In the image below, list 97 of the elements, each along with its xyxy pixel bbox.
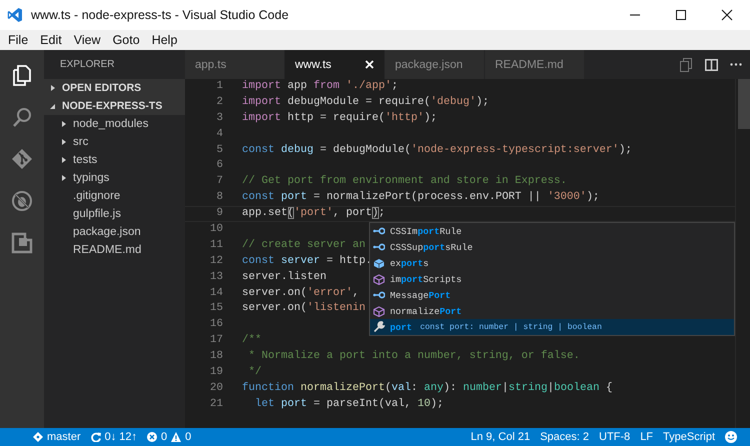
bug-icon[interactable] <box>11 190 33 212</box>
line-number: 14 <box>209 286 223 301</box>
line-number: 6 <box>216 158 223 174</box>
git-icon <box>33 432 43 442</box>
code-line: const debug = debugModule('node-express-typescript:server'); <box>242 142 632 158</box>
line-number: 7 <box>216 174 223 190</box>
line-number: 9 <box>216 206 223 222</box>
language-item[interactable]: TypeScript <box>658 428 720 446</box>
code-line: function normalizePort(val: any): number|string|boolean { <box>242 380 612 396</box>
sync-item[interactable]: 0↓ 12↑ <box>86 428 142 446</box>
extensions-icon[interactable] <box>11 232 33 254</box>
editor-tab[interactable]: www.ts <box>285 50 385 79</box>
window-title: www.ts - node-express-ts - Visual Studio Code <box>31 8 290 22</box>
suggestion-item[interactable]: exports <box>370 255 734 271</box>
code-line: let port = parseInt(val, 10); <box>254 396 444 412</box>
interface-icon <box>373 242 385 252</box>
menu-item[interactable]: Help <box>146 33 184 47</box>
split-editor-icon[interactable] <box>705 58 718 70</box>
code-line: /** <box>242 333 262 348</box>
menu-item[interactable]: File <box>2 33 34 47</box>
error-icon <box>147 432 158 442</box>
line-number: 2 <box>216 94 223 110</box>
copy-icon[interactable] <box>680 58 693 72</box>
indentation-item[interactable]: Spaces: 2 <box>535 428 594 446</box>
line-ending-item[interactable]: LF <box>635 428 658 446</box>
interface-icon <box>373 290 385 300</box>
tree-file-entry[interactable]: package.json <box>73 226 141 238</box>
folder-entry[interactable]: src <box>73 136 88 148</box>
code-line: import http = require('http'); <box>242 110 437 126</box>
folder-entry[interactable]: tests <box>73 154 98 166</box>
line-number: 19 <box>209 365 223 380</box>
maximize-icon <box>675 9 687 21</box>
code-line: // create server an <box>242 238 366 253</box>
code-line: * Normalize a port into a number, string, or false. <box>247 349 580 364</box>
line-number: 1 <box>216 79 223 94</box>
code-line: server.listen <box>242 270 326 285</box>
git-icon[interactable] <box>11 148 33 170</box>
menu-item[interactable]: View <box>68 33 107 47</box>
tree-file-entry[interactable]: README.md <box>73 244 142 256</box>
tree-file-entry[interactable]: gulpfile.js <box>73 208 121 220</box>
folder-entry[interactable]: node_modules <box>73 118 148 130</box>
encoding-item[interactable]: UTF-8 <box>594 428 636 446</box>
suggestion-item[interactable]: CSSSupportsRule <box>370 239 734 255</box>
line-number: 3 <box>216 110 223 126</box>
close-icon[interactable] <box>365 60 374 69</box>
code-line: import app from './app'; <box>242 79 398 94</box>
warning-icon <box>171 432 182 442</box>
code-line: server.on('listenin <box>242 301 366 316</box>
editor-tab[interactable]: app.ts <box>185 50 285 79</box>
code-line: server.on('error', <box>242 286 359 301</box>
menu-item[interactable]: Goto <box>106 33 146 47</box>
menu-item[interactable]: Edit <box>34 33 68 47</box>
wrench-icon <box>373 321 385 333</box>
close-icon <box>721 9 733 21</box>
tree-file-entry[interactable]: .gitignore <box>73 190 120 202</box>
line-number: 8 <box>216 190 223 206</box>
cube-icon <box>373 306 385 316</box>
folder-entry[interactable]: typings <box>73 172 110 184</box>
branch-item[interactable]: master <box>28 428 86 446</box>
code-line: const port = normalizePort(process.env.PORT || '3000'); <box>242 190 600 206</box>
editor-tab[interactable]: README.md <box>485 50 585 79</box>
line-number: 11 <box>209 238 223 253</box>
line-number: 13 <box>209 270 223 285</box>
problems-item[interactable]: 0 0 <box>142 428 196 446</box>
line-number: 10 <box>209 222 223 238</box>
more-icon[interactable] <box>730 63 742 66</box>
cube-icon <box>373 258 385 268</box>
code-line: */ <box>247 365 262 380</box>
suggestion-item[interactable]: CSSImportRule <box>370 223 734 239</box>
smiley-icon <box>725 431 737 443</box>
code-line: const server = http. <box>242 254 372 269</box>
cube-icon <box>373 274 385 284</box>
panel-title: EXPLORER <box>60 59 114 70</box>
cursor-position[interactable]: Ln 9, Col 21 <box>466 428 536 446</box>
suggestion-item[interactable]: importScripts <box>370 271 734 287</box>
suggestion-item[interactable]: MessagePort <box>370 287 734 303</box>
line-number: 4 <box>216 126 223 142</box>
type-detail: const port: number | string | boolean <box>420 322 602 332</box>
line-number: 15 <box>209 301 223 316</box>
line-number: 18 <box>209 349 223 364</box>
code-line: // Get port from environment and store in Express. <box>242 174 567 190</box>
line-number: 16 <box>209 317 223 332</box>
line-number: 20 <box>209 380 223 396</box>
line-number: 21 <box>209 396 223 412</box>
code-line: import debugModule = require('debug'); <box>242 94 489 110</box>
sync-icon <box>90 432 101 442</box>
scrollbar-thumb[interactable] <box>738 79 750 129</box>
suggestion-item[interactable]: normalizePort <box>370 303 734 319</box>
suggestion-item[interactable]: port const port: number | string | boolean <box>370 319 734 335</box>
line-number: 12 <box>209 254 223 269</box>
files-icon[interactable] <box>11 64 33 86</box>
line-number: 17 <box>209 333 223 348</box>
interface-icon <box>373 226 385 236</box>
line-number: 5 <box>216 142 223 158</box>
search-icon[interactable] <box>11 106 33 128</box>
editor-tab[interactable]: package.json <box>385 50 485 79</box>
vscode-logo-icon <box>7 7 23 23</box>
